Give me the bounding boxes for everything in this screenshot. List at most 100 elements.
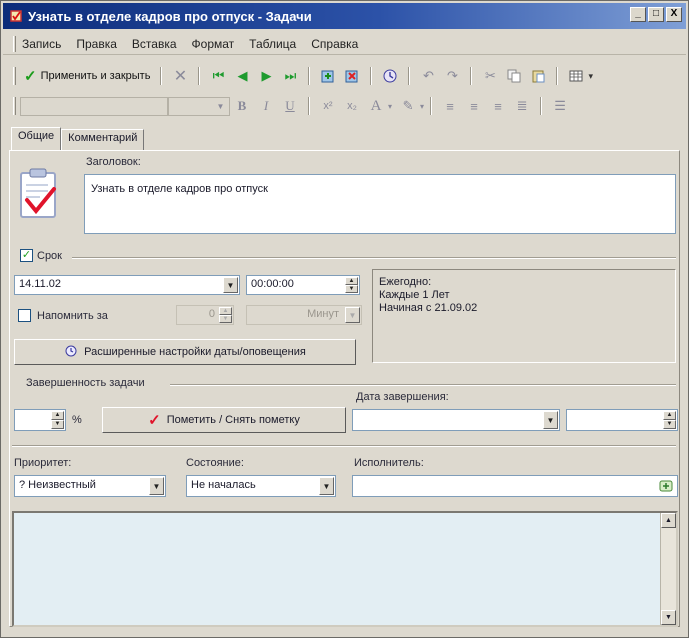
apply-close-button[interactable]: ✓ Применить и закрыть xyxy=(20,65,154,87)
font-size-combo[interactable]: ▼ xyxy=(168,96,230,116)
remind-checkbox[interactable] xyxy=(18,309,31,322)
remind-count-value: 0 xyxy=(208,308,215,320)
toolbar-separator xyxy=(308,97,310,115)
align-right-icon[interactable]: ≡ xyxy=(488,96,508,116)
italic-icon[interactable]: I xyxy=(256,96,276,116)
address-book-icon[interactable] xyxy=(658,478,674,497)
delete-record-icon[interactable] xyxy=(342,66,362,86)
chevron-down-icon[interactable]: ▼ xyxy=(223,277,238,293)
spin-down-icon[interactable]: ▼ xyxy=(663,420,676,429)
highlight-dropdown-icon[interactable]: ▾ xyxy=(420,102,424,111)
recurrence-line: Ежегодно: xyxy=(379,276,432,288)
last-record-icon[interactable]: ⏭ xyxy=(280,66,300,86)
first-record-icon[interactable]: ⏮ xyxy=(208,66,228,86)
menu-record[interactable]: Запись xyxy=(22,37,61,51)
priority-combo[interactable]: ? Неизвестный ▼ xyxy=(14,475,166,497)
notes-scrollbar[interactable]: ▲ ▼ xyxy=(660,513,676,625)
maximize-button[interactable]: □ xyxy=(648,7,664,22)
table-icon[interactable] xyxy=(566,66,586,86)
align-center-icon[interactable]: ≡ xyxy=(464,96,484,116)
tab-comment[interactable]: Комментарий xyxy=(61,129,145,150)
percent-spinner[interactable]: ▲ ▼ xyxy=(51,411,64,429)
due-time-field[interactable]: 00:00:00 ▲ ▼ xyxy=(246,275,360,295)
subscript-icon[interactable]: x₂ xyxy=(342,96,362,116)
menu-edit[interactable]: Правка xyxy=(76,37,117,51)
mark-complete-label: Пометить / Снять пометку xyxy=(166,414,300,426)
font-color-icon[interactable]: A xyxy=(366,96,386,116)
align-left-icon[interactable]: ≡ xyxy=(440,96,460,116)
underline-icon[interactable]: U xyxy=(280,96,300,116)
menu-bar: Запись Правка Вставка Формат Таблица Спр… xyxy=(3,33,686,55)
menu-insert[interactable]: Вставка xyxy=(132,37,177,51)
scroll-down-icon[interactable]: ▼ xyxy=(661,610,676,625)
completion-time-spinner[interactable]: ▲ ▼ xyxy=(663,411,676,429)
superscript-icon[interactable]: x² xyxy=(318,96,338,116)
general-panel: Заголовок: Узнать в отделе кадров про от… xyxy=(9,150,680,627)
percent-field[interactable]: ▲ ▼ xyxy=(14,409,66,431)
mark-complete-button[interactable]: ✓ Пометить / Снять пометку xyxy=(102,407,346,433)
minimize-button[interactable]: _ xyxy=(630,7,646,22)
delete-icon[interactable]: ✕ xyxy=(170,66,190,86)
remind-count-field[interactable]: 0 ▲ ▼ xyxy=(176,305,234,325)
remind-label: Напомнить за xyxy=(37,309,108,322)
next-record-icon[interactable]: ▶ xyxy=(256,66,276,86)
cut-icon[interactable]: ✂ xyxy=(480,66,500,86)
due-checkbox-row: ✓ Срок xyxy=(20,249,62,262)
paste-icon[interactable] xyxy=(528,66,548,86)
checkmark-icon: ✓ xyxy=(24,68,37,85)
menu-table[interactable]: Таблица xyxy=(249,37,296,51)
scroll-up-icon[interactable]: ▲ xyxy=(661,513,676,528)
previous-record-icon[interactable]: ◀ xyxy=(232,66,252,86)
new-record-icon[interactable] xyxy=(318,66,338,86)
due-checkbox[interactable]: ✓ xyxy=(20,249,33,262)
font-name-combo[interactable] xyxy=(20,96,168,116)
assignee-field[interactable] xyxy=(352,475,678,497)
font-color-dropdown-icon[interactable]: ▾ xyxy=(388,102,392,111)
chevron-down-icon[interactable]: ▼ xyxy=(149,477,164,495)
spin-down-icon[interactable]: ▼ xyxy=(345,285,358,293)
menu-help[interactable]: Справка xyxy=(311,37,358,51)
bullet-list-icon[interactable]: ☰ xyxy=(550,96,570,116)
completion-time-field[interactable]: ▲ ▼ xyxy=(566,409,678,431)
spin-up-icon[interactable]: ▲ xyxy=(345,277,358,285)
completion-date-combo[interactable]: ▼ xyxy=(352,409,560,431)
spin-up-icon[interactable]: ▲ xyxy=(51,411,64,420)
completion-group-line xyxy=(170,384,676,386)
remind-spinner[interactable]: ▲ ▼ xyxy=(219,307,232,323)
close-button[interactable]: X xyxy=(666,7,682,22)
menu-format[interactable]: Формат xyxy=(192,37,235,51)
subject-field[interactable]: Узнать в отделе кадров про отпуск xyxy=(84,174,676,234)
tab-strip: Общие Комментарий xyxy=(11,127,145,151)
alarm-icon[interactable] xyxy=(380,66,400,86)
due-date-combo[interactable]: 14.11.02 ▼ xyxy=(14,275,240,295)
state-combo[interactable]: Не началась ▼ xyxy=(186,475,336,497)
recurrence-line: Начиная с 21.09.02 xyxy=(379,302,478,314)
alarm-clock-icon xyxy=(64,344,78,361)
chevron-down-icon[interactable]: ▼ xyxy=(345,307,360,323)
recurrence-info: Ежегодно: Каждые 1 Лет Начиная с 21.09.0… xyxy=(372,269,676,363)
chevron-down-icon[interactable]: ▼ xyxy=(543,411,558,429)
apply-close-label: Применить и закрыть xyxy=(40,70,151,82)
chevron-down-icon[interactable]: ▼ xyxy=(319,477,334,495)
redo-icon[interactable]: ↷ xyxy=(442,66,462,86)
undo-icon[interactable]: ↶ xyxy=(418,66,438,86)
remind-unit-combo[interactable]: Минут ▼ xyxy=(246,305,362,325)
justify-icon[interactable]: ≣ xyxy=(512,96,532,116)
spin-up-icon[interactable]: ▲ xyxy=(663,411,676,420)
notes-field[interactable]: ▲ ▼ xyxy=(12,511,678,627)
spin-down-icon[interactable]: ▼ xyxy=(219,315,232,323)
time-spinner[interactable]: ▲ ▼ xyxy=(345,277,358,293)
tab-general[interactable]: Общие xyxy=(11,127,62,150)
recurrence-line: Каждые 1 Лет xyxy=(379,289,450,301)
advanced-date-label: Расширенные настройки даты/оповещения xyxy=(84,346,306,358)
highlight-icon[interactable]: ✎ xyxy=(398,96,418,116)
spin-up-icon[interactable]: ▲ xyxy=(219,307,232,315)
format-toolbar-grip xyxy=(13,97,16,115)
copy-icon[interactable] xyxy=(504,66,524,86)
bold-icon[interactable]: B xyxy=(232,96,252,116)
advanced-date-button[interactable]: Расширенные настройки даты/оповещения xyxy=(14,339,356,365)
assignee-label: Исполнитель: xyxy=(354,457,424,469)
toolbar-separator xyxy=(430,97,433,115)
table-dropdown-icon[interactable]: ▾ xyxy=(588,71,593,82)
spin-down-icon[interactable]: ▼ xyxy=(51,420,64,429)
